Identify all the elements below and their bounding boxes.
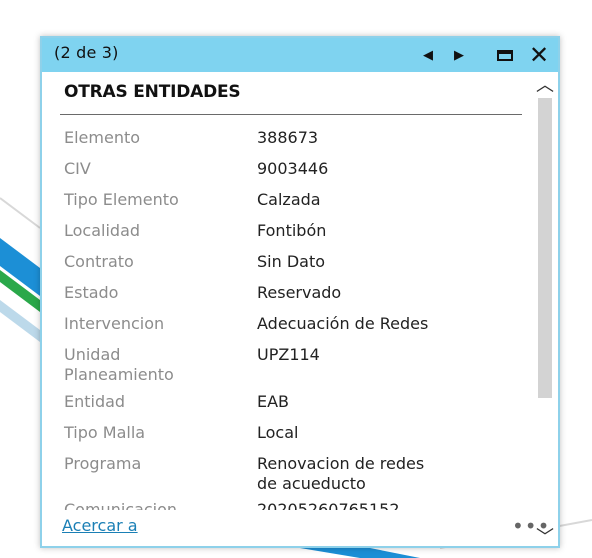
section-title: OTRAS ENTIDADES	[64, 82, 241, 102]
title-divider	[60, 114, 522, 115]
attribute-value: Calzada	[257, 190, 321, 209]
maximize-icon[interactable]	[490, 38, 520, 72]
feature-counter: (2 de 3)	[54, 43, 119, 62]
attribute-value-line1: Renovacion de redes	[257, 454, 425, 473]
attribute-value: UPZ114	[257, 345, 320, 364]
attribute-value: Local	[257, 423, 299, 442]
attribute-value: Reservado	[257, 283, 342, 302]
scroll-track[interactable]	[538, 98, 552, 518]
attribute-value: Adecuación de Redes	[257, 314, 429, 333]
zoom-to-link[interactable]: Acercar a	[62, 516, 138, 535]
attribute-value: 9003446	[257, 159, 329, 178]
attribute-value: EAB	[257, 392, 290, 411]
attribute-label: Intervencion	[64, 314, 165, 333]
attribute-label-line2: Planeamiento	[64, 365, 174, 384]
attribute-label: Localidad	[64, 221, 141, 240]
vertical-scrollbar[interactable]: ︿ ﹀	[532, 72, 558, 548]
scroll-up-icon[interactable]: ︿	[532, 72, 558, 96]
attribute-value-line2: de acueducto	[257, 474, 366, 493]
popup-content[interactable]: OTRAS ENTIDADES Elemento 388673 CIV 9003…	[42, 72, 532, 510]
attribute-value: Fontibón	[257, 221, 327, 240]
attribute-value: Sin Dato	[257, 252, 326, 271]
info-popup: (2 de 3) ◀ ▶ ✕ OTRAS ENTIDADES Elemento …	[40, 36, 560, 548]
attribute-label: CIV	[64, 159, 91, 178]
popup-titlebar: (2 de 3) ◀ ▶ ✕	[42, 38, 558, 72]
more-options-icon[interactable]: •••	[512, 514, 550, 538]
attribute-value: 20205260765152	[257, 500, 400, 510]
attribute-label-line1: Unidad	[64, 345, 121, 364]
attribute-label: Contrato	[64, 252, 134, 271]
attribute-value: Renovacion de redes de acueducto	[257, 454, 527, 494]
attribute-label: Entidad	[64, 392, 126, 411]
close-icon[interactable]: ✕	[524, 38, 554, 72]
attribute-value: 388673	[257, 128, 319, 147]
scroll-thumb[interactable]	[538, 98, 552, 398]
attribute-label: Unidad Planeamiento	[64, 345, 244, 385]
attribute-label: Programa	[64, 454, 142, 473]
attribute-label: Tipo Elemento	[64, 190, 179, 209]
attribute-label: Estado	[64, 283, 119, 302]
attribute-label: Comunicacion	[64, 500, 178, 510]
attribute-label: Tipo Malla	[64, 423, 146, 442]
attribute-label: Elemento	[64, 128, 141, 147]
popup-footer: Acercar a •••	[42, 510, 549, 546]
next-feature-icon[interactable]: ▶	[445, 38, 473, 72]
previous-feature-icon[interactable]: ◀	[414, 38, 442, 72]
